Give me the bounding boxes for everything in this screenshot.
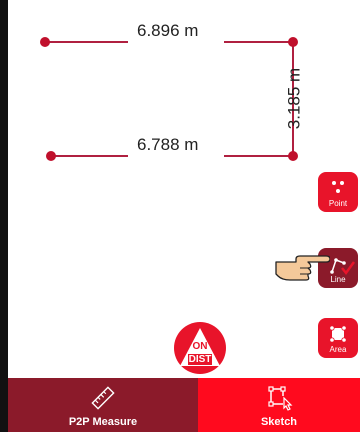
on-dist-label-dist: DIST xyxy=(188,354,212,365)
tab-sketch[interactable]: Sketch xyxy=(198,378,360,432)
point-top-left[interactable] xyxy=(40,37,50,47)
sketch-icon xyxy=(268,386,293,411)
measurement-bottom: 6.788 m xyxy=(137,135,199,154)
point-icon xyxy=(332,181,344,193)
bottom-tab-bar: P2P Measure Sketch xyxy=(8,378,360,432)
area-button[interactable]: Area xyxy=(318,318,358,358)
measurement-top: 6.896 m xyxy=(137,21,199,40)
point-button-label: Point xyxy=(328,199,348,208)
area-icon xyxy=(329,325,347,343)
point-bottom-left[interactable] xyxy=(46,151,56,161)
ruler-icon xyxy=(91,386,115,410)
tab-p2p-measure[interactable]: P2P Measure xyxy=(8,378,198,432)
point-button[interactable]: Point xyxy=(318,172,358,212)
line-button-label: Line xyxy=(330,275,346,284)
point-top-right[interactable] xyxy=(288,37,298,47)
tab-p2p-measure-label: P2P Measure xyxy=(68,416,138,428)
point-bottom-right[interactable] xyxy=(288,151,298,161)
on-dist-label-on: ON xyxy=(192,341,208,352)
sketch-canvas[interactable]: 6.896 m 6.788 m 3.185 m Point Line Area … xyxy=(8,0,360,378)
device-frame-edge xyxy=(0,0,8,432)
area-button-label: Area xyxy=(329,345,347,354)
pointing-hand-icon xyxy=(275,255,330,281)
tab-sketch-label: Sketch xyxy=(260,416,298,428)
measurement-right: 3.185 m xyxy=(284,67,304,130)
on-dist-button[interactable]: ON DIST xyxy=(174,322,226,374)
